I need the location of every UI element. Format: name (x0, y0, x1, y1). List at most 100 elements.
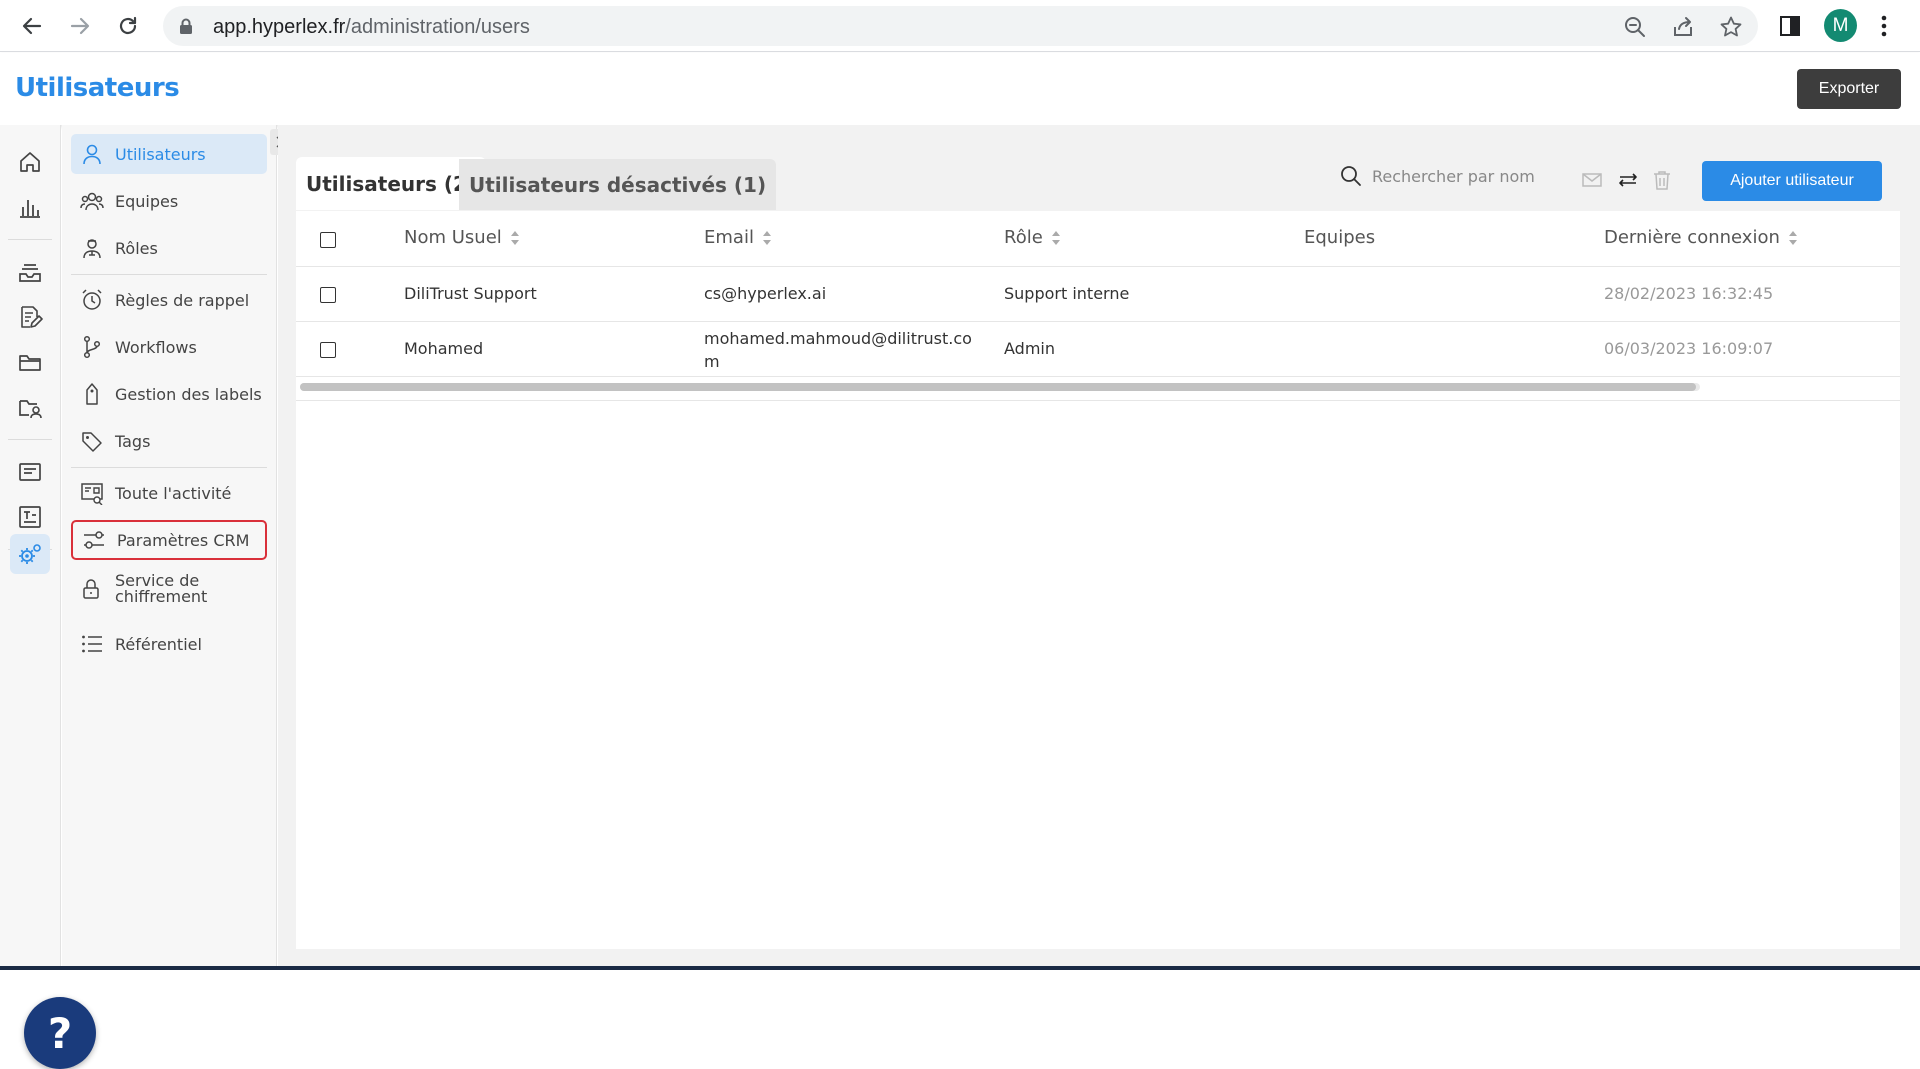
subnav-item-service-de-chiffrement[interactable]: Service de chiffrement (71, 569, 267, 609)
column-label: Rôle (1004, 227, 1043, 248)
activity-icon (79, 480, 105, 506)
table-header: Nom Usuel Email Rôle Equipes Dernière co… (296, 211, 1900, 267)
share-icon[interactable] (1671, 15, 1695, 39)
help-button[interactable]: ? (24, 997, 96, 1069)
users-table: Nom Usuel Email Rôle Equipes Dernière co… (296, 211, 1900, 949)
column-label: Email (704, 227, 754, 248)
workflow-icon (79, 334, 105, 360)
template-icon[interactable] (10, 497, 50, 537)
table-bottom-divider (296, 400, 1900, 401)
cell-last-login: 06/03/2023 16:09:07 (1604, 339, 1774, 358)
subnav-divider (71, 274, 267, 275)
forward-arrow-icon (70, 17, 90, 35)
folder-icon[interactable] (10, 342, 50, 382)
search-input[interactable]: Rechercher par nom (1372, 167, 1535, 186)
export-button[interactable]: Exporter (1797, 69, 1901, 109)
lock-icon (79, 576, 105, 602)
edit-doc-icon[interactable] (10, 297, 50, 337)
subnav-label: Utilisateurs (115, 144, 206, 164)
subnav-item-equipes[interactable]: Equipes (71, 181, 267, 221)
page-title: Utilisateurs (15, 73, 180, 103)
back-arrow-icon (22, 17, 42, 35)
subnav-label: Règles de rappel (115, 290, 250, 310)
column-header-nom-usuel[interactable]: Nom Usuel (404, 227, 520, 248)
admin-subnav: Utilisateurs Equipes Rôles Règles de rap… (62, 125, 277, 970)
transfer-arrows-icon[interactable] (1616, 168, 1640, 192)
row-checkbox[interactable] (320, 287, 336, 303)
subnav-item-roles[interactable]: Rôles (71, 228, 267, 268)
alarm-icon (79, 287, 105, 313)
reload-button[interactable] (112, 10, 144, 42)
subnav-label: Toute l'activité (115, 483, 232, 503)
table-row[interactable]: DiliTrust Support cs@hyperlex.ai Support… (296, 267, 1900, 322)
table-row[interactable]: Mohamed mohamed.mahmoud@dilitrust.co m Ad… (296, 322, 1900, 377)
sliders-icon (81, 527, 107, 553)
cell-name: DiliTrust Support (404, 284, 537, 303)
subnav-label: Paramètres CRM (117, 530, 250, 550)
cell-name: Mohamed (404, 339, 484, 358)
settings-icon[interactable] (10, 534, 50, 574)
side-panel-icon[interactable] (1778, 14, 1802, 38)
inbox-icon[interactable] (10, 252, 50, 292)
subnav-label: Service de chiffrement (115, 571, 208, 606)
cell-email: cs@hyperlex.ai (704, 284, 827, 303)
bookmark-star-icon[interactable] (1719, 15, 1743, 39)
folder-user-icon[interactable] (10, 387, 50, 427)
scrollbar-thumb[interactable] (300, 383, 1696, 391)
back-button[interactable] (16, 10, 48, 42)
sort-icon[interactable] (1051, 230, 1061, 246)
subnav-label: Equipes (115, 191, 179, 211)
sort-icon[interactable] (1788, 230, 1798, 246)
column-header-derniere-connexion[interactable]: Dernière connexion (1604, 227, 1798, 248)
address-bar[interactable]: app.hyperlex.fr/administration/users (163, 6, 1758, 46)
subnav-item-toute-activite[interactable]: Toute l'activité (71, 473, 267, 513)
subnav-item-gestion-des-labels[interactable]: Gestion des labels (71, 374, 267, 414)
add-user-button[interactable]: Ajouter utilisateur (1702, 161, 1882, 201)
url-text: app.hyperlex.fr/administration/users (213, 16, 530, 38)
row-checkbox[interactable] (320, 342, 336, 358)
forward-button[interactable] (64, 10, 96, 42)
search-field[interactable]: Rechercher par nom (1340, 165, 1535, 187)
list-icon (79, 631, 105, 657)
sort-icon[interactable] (762, 230, 772, 246)
taskbar-edge (0, 966, 1920, 970)
subnav-label: Tags (115, 431, 151, 451)
sort-icon[interactable] (510, 230, 520, 246)
select-all-checkbox[interactable] (320, 232, 336, 248)
app-header: Utilisateurs Exporter (0, 53, 1920, 125)
zoom-icon[interactable] (1623, 15, 1647, 39)
list-doc-icon[interactable] (10, 452, 50, 492)
subnav-label: Rôles (115, 238, 158, 258)
team-icon (79, 188, 105, 214)
tag-icon (79, 428, 105, 454)
subnav-item-tags[interactable]: Tags (71, 421, 267, 461)
main-content: Utilisateurs (2) Utilisateurs désactivés… (278, 125, 1920, 970)
chart-icon[interactable] (10, 187, 50, 227)
column-header-email[interactable]: Email (704, 227, 772, 248)
rail-divider (8, 439, 52, 440)
cell-role: Support interne (1004, 284, 1130, 303)
column-label: Equipes (1304, 227, 1376, 248)
user-icon (79, 141, 105, 167)
subnav-divider (71, 467, 267, 468)
subnav-item-utilisateurs[interactable]: Utilisateurs (71, 134, 267, 174)
tab-utilisateurs[interactable]: Utilisateurs (2) (296, 157, 487, 210)
lock-icon (179, 18, 193, 34)
mail-icon[interactable] (1580, 168, 1604, 192)
cell-role: Admin (1004, 339, 1055, 358)
profile-avatar[interactable]: M (1824, 9, 1857, 42)
column-label: Nom Usuel (404, 227, 502, 248)
subnav-label: Workflows (115, 337, 197, 357)
subnav-item-regles-de-rappel[interactable]: Règles de rappel (71, 280, 267, 320)
subnav-label: Référentiel (115, 634, 202, 654)
subnav-item-referentiel[interactable]: Référentiel (71, 624, 267, 664)
browser-menu-icon[interactable] (1880, 14, 1888, 38)
column-header-role[interactable]: Rôle (1004, 227, 1061, 248)
role-icon (79, 235, 105, 261)
subnav-item-parametres-crm[interactable]: Paramètres CRM (71, 520, 267, 560)
trash-icon[interactable] (1650, 168, 1674, 192)
tab-utilisateurs-desactives[interactable]: Utilisateurs désactivés (1) (459, 159, 777, 210)
subnav-item-workflows[interactable]: Workflows (71, 327, 267, 367)
home-icon[interactable] (10, 142, 50, 182)
horizontal-scrollbar[interactable] (300, 383, 1700, 391)
